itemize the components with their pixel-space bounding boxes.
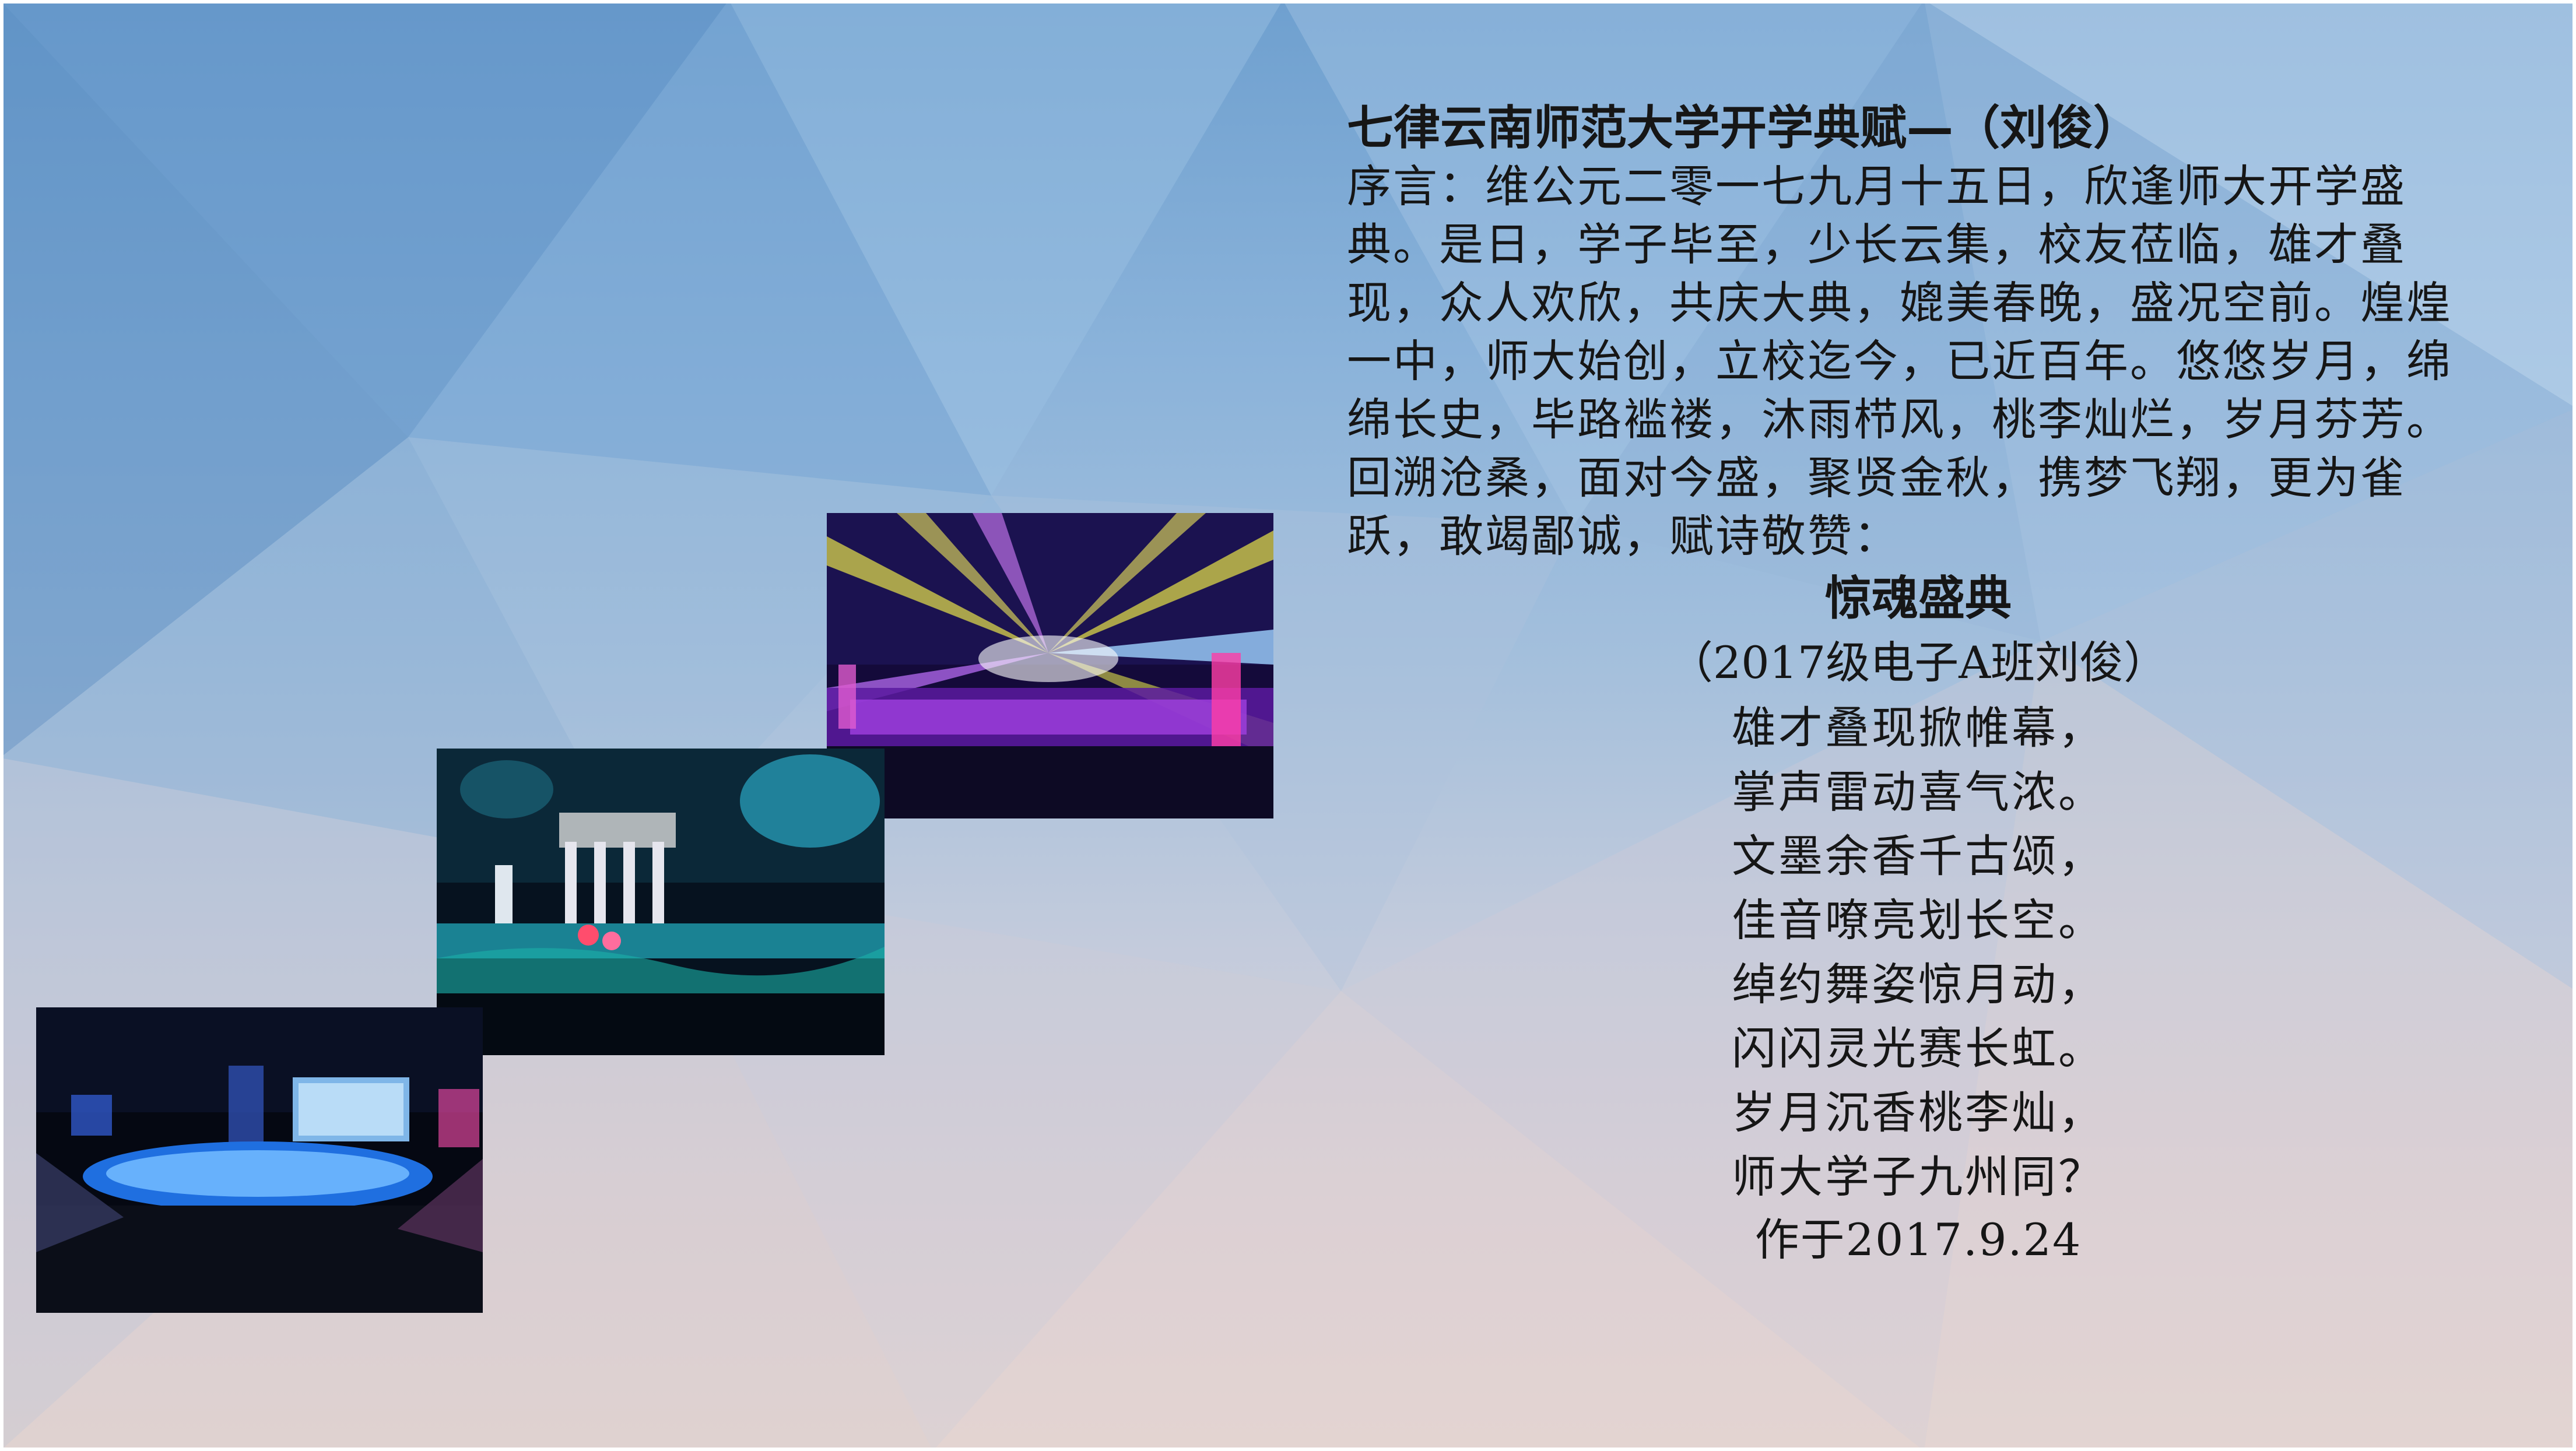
slide: 七律云南师范大学开学典赋—（刘俊） 序言：维公元二零一七九月十五日，欣逢师大开学…: [0, 0, 2576, 1451]
slide-frame: [0, 0, 2576, 1451]
